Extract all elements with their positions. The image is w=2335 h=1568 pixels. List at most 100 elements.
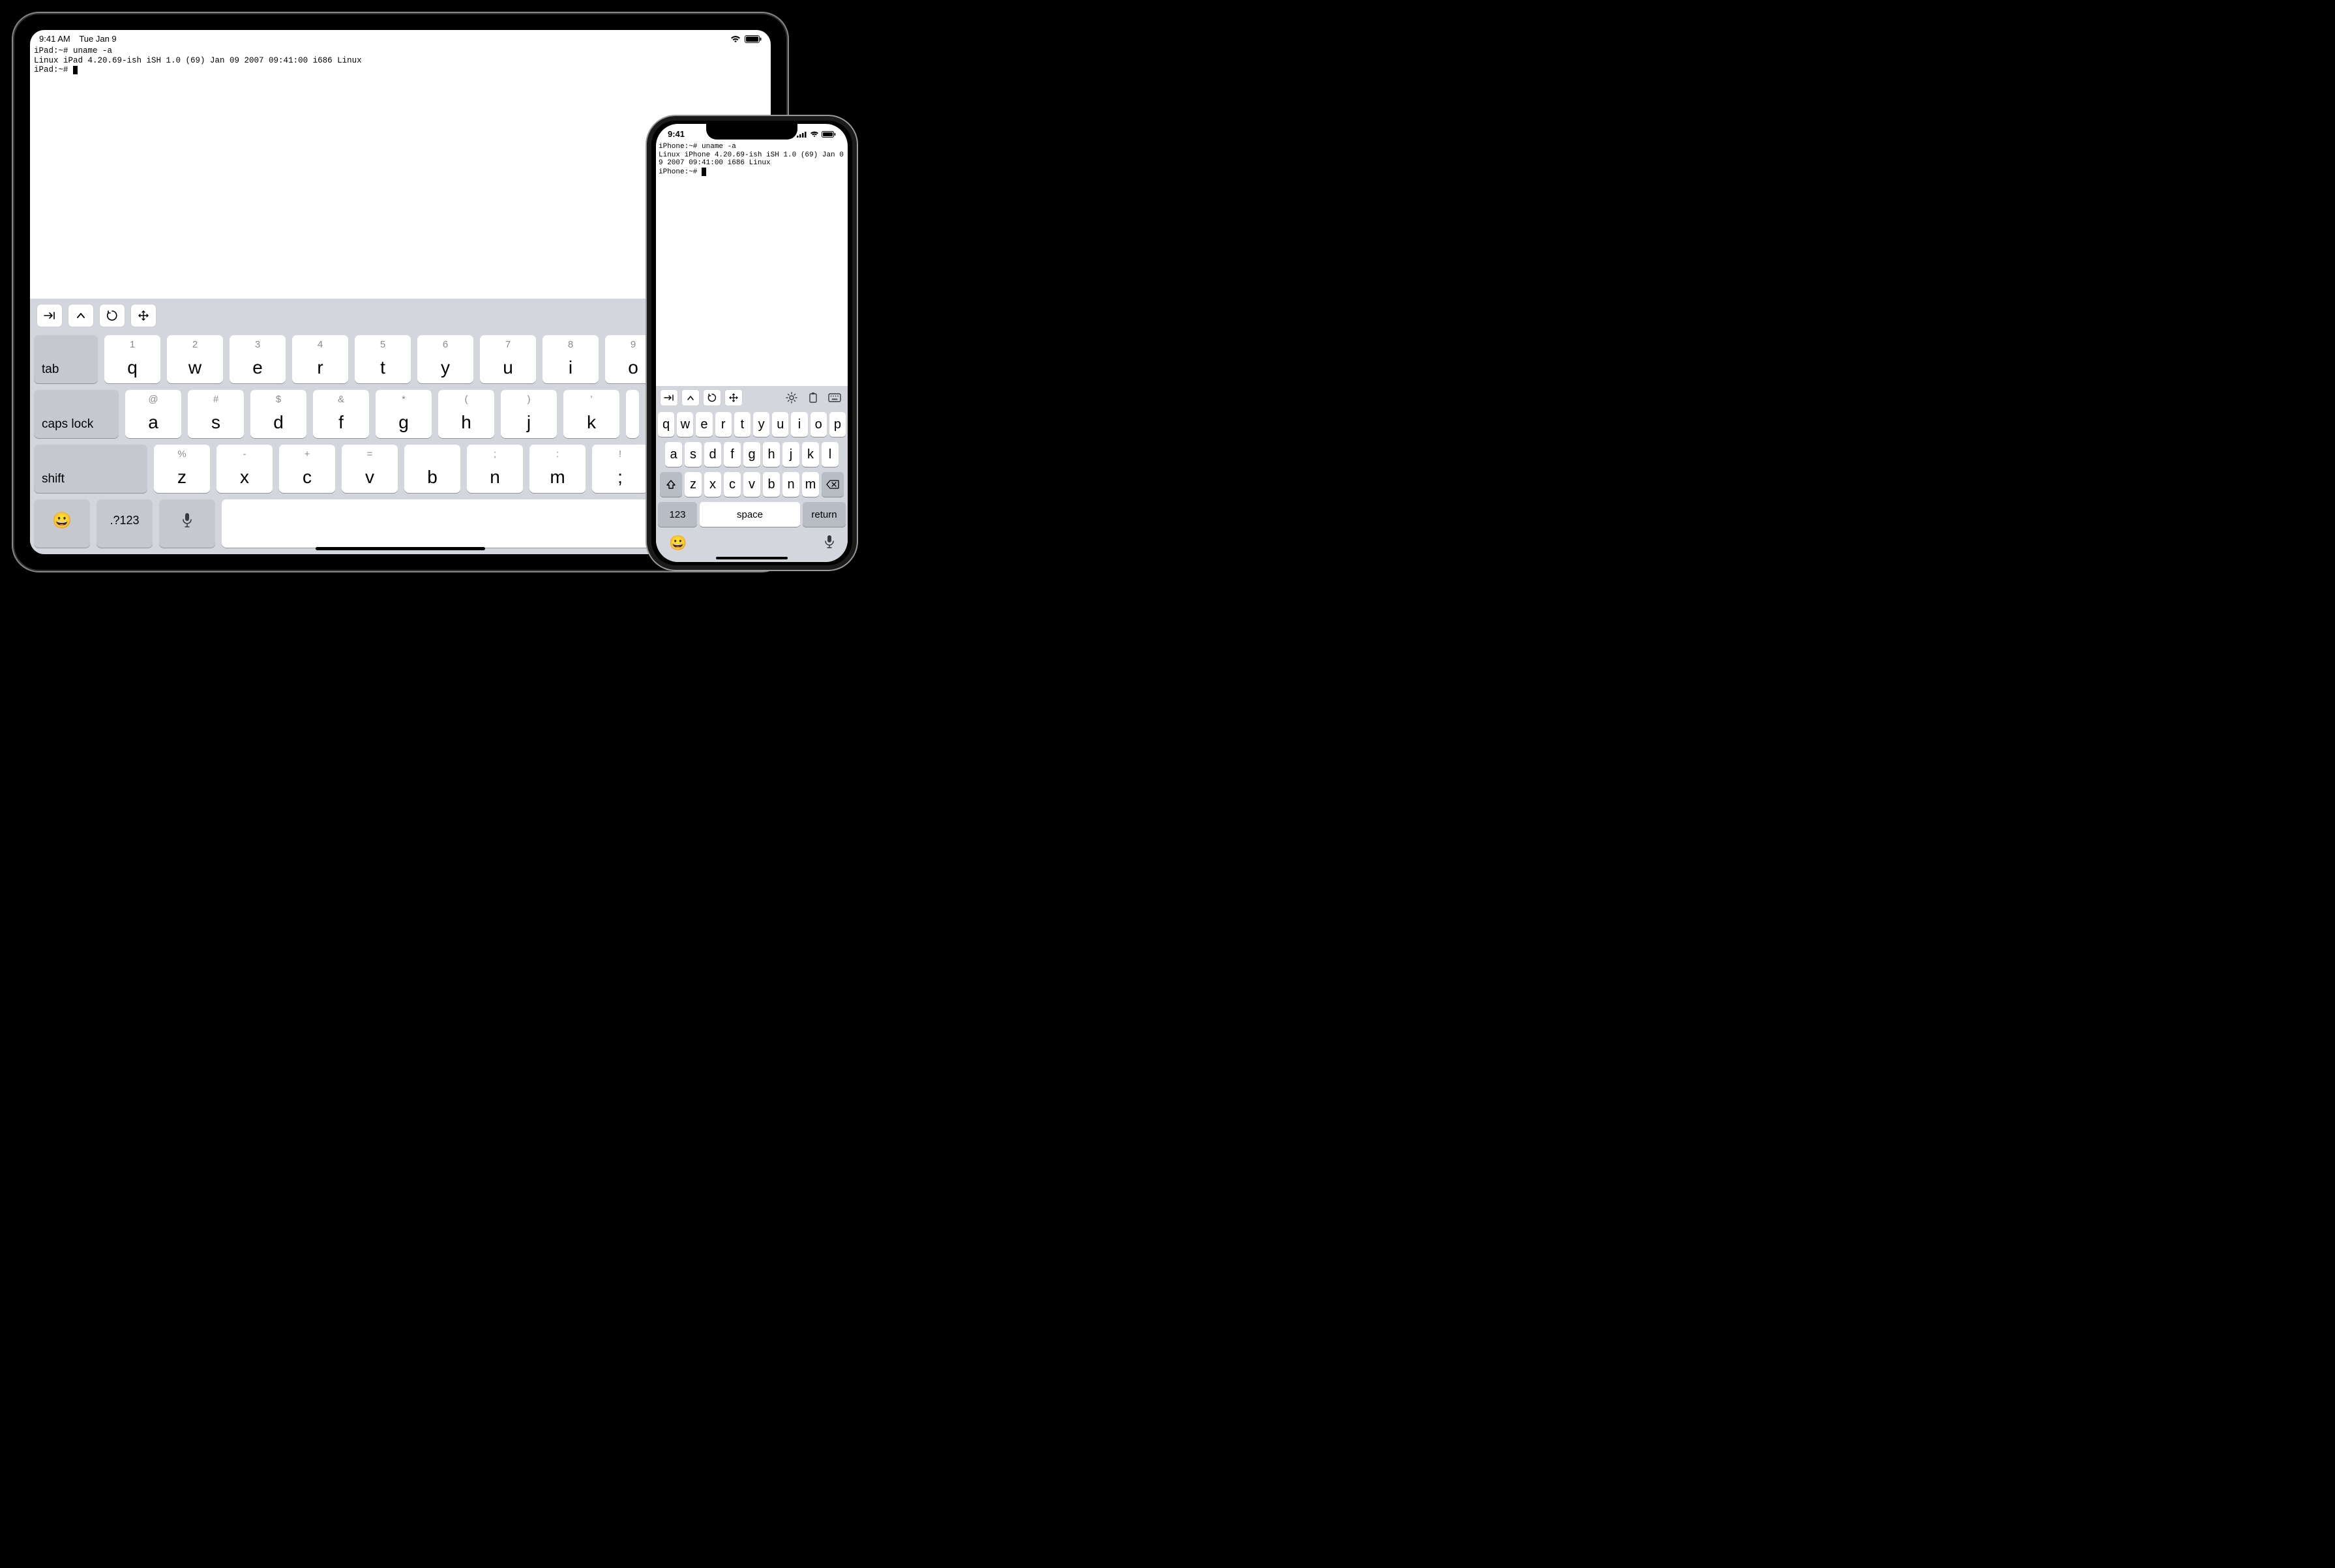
key-h[interactable]: h	[763, 442, 780, 467]
key-w[interactable]: 2w	[167, 335, 223, 383]
key-m[interactable]: m	[802, 472, 819, 497]
key-;[interactable]: !;	[592, 445, 648, 493]
term-line: Linux iPhone 4.20.69-ish iSH 1.0 (69) Ja…	[659, 151, 844, 168]
shift-key[interactable]	[660, 472, 682, 497]
key-j[interactable]: j	[782, 442, 799, 467]
key-k[interactable]: k	[802, 442, 819, 467]
arrows-key-button[interactable]	[130, 304, 156, 327]
esc-key-button[interactable]	[703, 389, 721, 406]
ipad-terminal[interactable]: iPad:~# uname -a Linux iPad 4.20.69-ish …	[30, 44, 771, 75]
iphone-terminal[interactable]: iPhone:~# uname -a Linux iPhone 4.20.69-…	[656, 139, 848, 176]
mic-key[interactable]	[159, 499, 215, 548]
key-z[interactable]: z	[685, 472, 702, 497]
key-o[interactable]: o	[811, 412, 827, 437]
key-e[interactable]: 3e	[230, 335, 286, 383]
key-g[interactable]: g	[743, 442, 760, 467]
notch	[706, 124, 797, 140]
key-p[interactable]: p	[829, 412, 846, 437]
cellular-icon	[797, 131, 807, 138]
term-prompt: iPhone:~#	[659, 168, 702, 176]
term-line: iPad:~# uname -a	[34, 46, 112, 55]
key-s[interactable]: #s	[188, 390, 244, 438]
key-r[interactable]: r	[715, 412, 732, 437]
key-y[interactable]: 6y	[417, 335, 473, 383]
battery-icon	[822, 131, 836, 138]
delete-key[interactable]	[822, 472, 844, 497]
ipad-date: Tue Jan 9	[79, 34, 116, 44]
key-c[interactable]: +c	[279, 445, 335, 493]
emoji-key[interactable]: 😀	[34, 499, 90, 548]
tab-key-button[interactable]	[660, 389, 678, 406]
key-d[interactable]: d	[704, 442, 721, 467]
key-i[interactable]: i	[791, 412, 807, 437]
key-d[interactable]: $d	[250, 390, 306, 438]
space-key[interactable]: space	[700, 502, 800, 527]
key-m[interactable]: :m	[529, 445, 586, 493]
keyboard-icon[interactable]	[825, 389, 844, 406]
iphone-screen: 9:41 iPhone:~# uname -a Linux iPhone 4.2…	[656, 124, 848, 562]
key-f[interactable]: f	[724, 442, 741, 467]
return-key[interactable]: return	[803, 502, 846, 527]
numsym-key[interactable]: .?123	[97, 499, 153, 548]
key-k[interactable]: 'k	[563, 390, 619, 438]
key-w[interactable]: w	[677, 412, 693, 437]
key-h[interactable]: (h	[438, 390, 494, 438]
key-i[interactable]: 8i	[543, 335, 599, 383]
term-line: iPhone:~# uname -a	[659, 143, 736, 151]
numsym-key[interactable]: 123	[658, 502, 697, 527]
ctrl-key-button[interactable]	[681, 389, 700, 406]
iphone-time: 9:41	[668, 129, 685, 139]
key-r[interactable]: 4r	[292, 335, 348, 383]
key-y[interactable]: y	[753, 412, 769, 437]
key-s[interactable]: s	[685, 442, 702, 467]
key-g[interactable]: *g	[376, 390, 432, 438]
key-t[interactable]: 5t	[355, 335, 411, 383]
key-z[interactable]: %z	[154, 445, 210, 493]
key-a[interactable]: @a	[125, 390, 181, 438]
shift-key[interactable]: shift	[34, 445, 147, 493]
ctrl-key-button[interactable]	[68, 304, 94, 327]
key-t[interactable]: t	[734, 412, 751, 437]
key-q[interactable]: 1q	[104, 335, 160, 383]
wifi-icon	[810, 131, 819, 138]
key-u[interactable]: 7u	[480, 335, 536, 383]
key-e[interactable]: e	[696, 412, 712, 437]
cursor-icon	[73, 66, 78, 74]
cursor-icon	[702, 168, 706, 176]
arrows-key-button[interactable]	[724, 389, 743, 406]
key-n[interactable]: ;n	[467, 445, 523, 493]
esc-key-button[interactable]	[99, 304, 125, 327]
iphone-keyboard: qwertyuiop asdfghjkl zxcvbnm 123 space r…	[656, 409, 848, 531]
tab-key[interactable]: tab	[34, 335, 98, 383]
ipad-time: 9:41 AM	[39, 34, 70, 44]
key-partial[interactable]	[626, 390, 639, 438]
key-n[interactable]: n	[782, 472, 799, 497]
tab-key-button[interactable]	[37, 304, 63, 327]
iphone-home-indicator[interactable]	[716, 557, 788, 559]
key-x[interactable]: -x	[216, 445, 273, 493]
key-a[interactable]: a	[665, 442, 682, 467]
term-line: Linux iPad 4.20.69-ish iSH 1.0 (69) Jan …	[34, 56, 362, 65]
key-l[interactable]: l	[822, 442, 839, 467]
key-b[interactable]: b	[404, 445, 460, 493]
key-q[interactable]: q	[658, 412, 674, 437]
ipad-home-indicator[interactable]	[316, 547, 485, 550]
term-prompt: iPad:~#	[34, 65, 73, 74]
key-x[interactable]: x	[704, 472, 721, 497]
key-c[interactable]: c	[724, 472, 741, 497]
battery-icon	[745, 35, 762, 43]
paste-icon[interactable]	[804, 389, 822, 406]
key-f[interactable]: &f	[313, 390, 369, 438]
iphone-accessory-bar	[656, 386, 848, 409]
gear-icon[interactable]	[782, 389, 801, 406]
key-u[interactable]: u	[772, 412, 788, 437]
key-v[interactable]: =v	[342, 445, 398, 493]
mic-key[interactable]	[824, 535, 835, 552]
capslock-key[interactable]: caps lock	[34, 390, 119, 438]
wifi-icon	[730, 35, 741, 43]
key-b[interactable]: b	[763, 472, 780, 497]
emoji-key[interactable]: 😀	[669, 535, 687, 552]
ipad-status-bar: 9:41 AM Tue Jan 9	[30, 30, 771, 44]
key-v[interactable]: v	[743, 472, 760, 497]
key-j[interactable]: )j	[501, 390, 557, 438]
